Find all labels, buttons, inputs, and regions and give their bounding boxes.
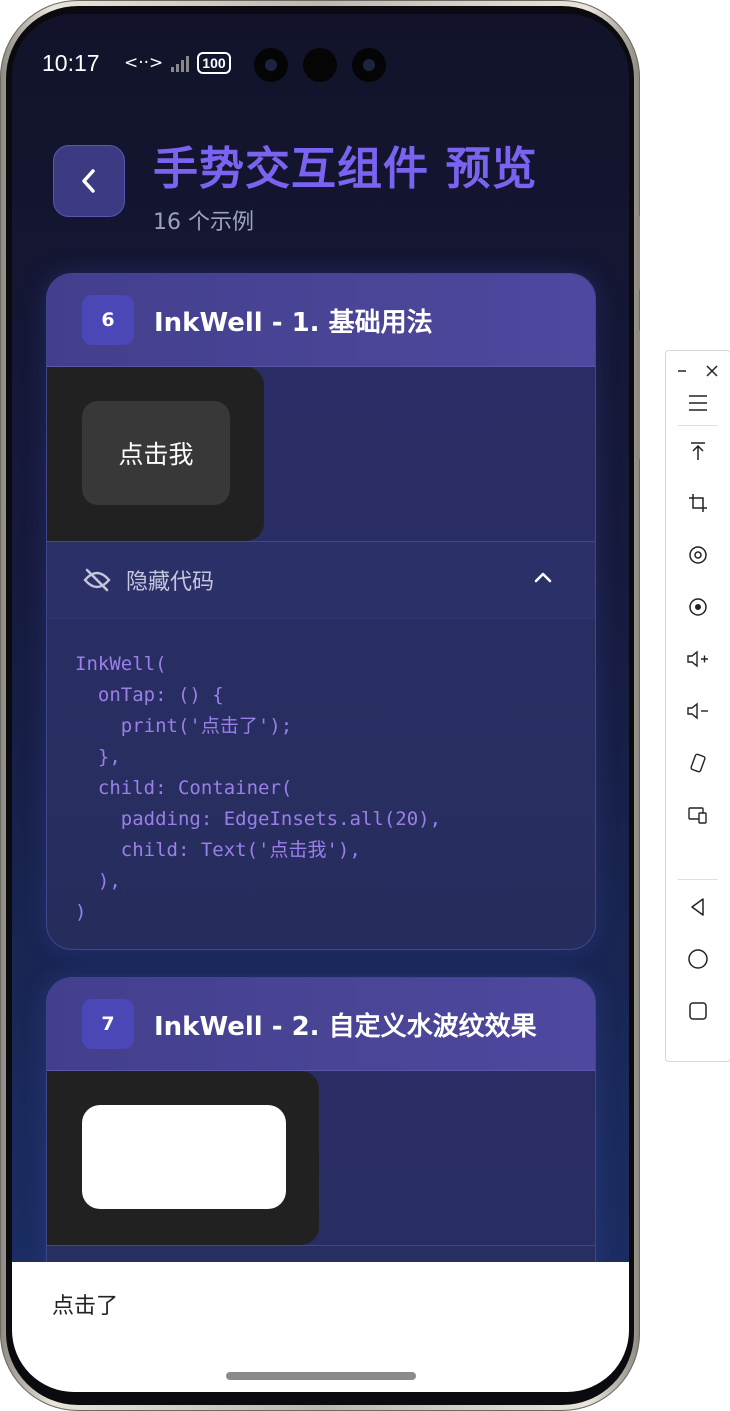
- front-camera-icon: [352, 48, 386, 82]
- multi-device-button[interactable]: [666, 795, 730, 835]
- nav-back-icon: [691, 898, 704, 916]
- example-count: 16 个示例: [153, 210, 254, 235]
- close-icon: [706, 365, 718, 377]
- preview-area: 点击我: [47, 367, 595, 542]
- code-line: onTap: () {: [75, 684, 224, 706]
- nav-back-button[interactable]: [666, 887, 730, 927]
- data-activity-icon: <··>: [124, 53, 164, 73]
- rotate-icon: [689, 546, 707, 564]
- ripple-demo-box[interactable]: [82, 1105, 286, 1209]
- card-title: InkWell - 2. 自定义水波纹效果: [154, 1012, 537, 1042]
- code-line: ): [75, 901, 87, 923]
- card-title: InkWell - 1. 基础用法: [154, 308, 433, 338]
- preview-container: [47, 1071, 319, 1245]
- pin-top-button[interactable]: [666, 431, 730, 471]
- nav-recents-button[interactable]: [666, 991, 730, 1031]
- volume-down-icon: [687, 702, 708, 720]
- volume-up-icon: [687, 650, 708, 668]
- nav-recents-icon: [689, 1002, 707, 1020]
- crop-icon: [689, 494, 707, 512]
- multi-device-icon: [688, 807, 707, 824]
- eye-off-icon: [83, 568, 111, 592]
- screen-record-icon: [689, 598, 707, 616]
- front-sensor-icon: [303, 48, 337, 82]
- battery-icon: 100: [197, 52, 231, 74]
- snackbar-message: 点击了: [52, 1294, 119, 1319]
- preview-container: 点击我: [47, 367, 264, 541]
- rotate-button[interactable]: [666, 535, 730, 575]
- hide-code-toggle[interactable]: 隐藏代码: [47, 542, 595, 619]
- card-index-badge: 7: [82, 999, 134, 1049]
- home-indicator[interactable]: [226, 1372, 416, 1380]
- status-bar: 10:17 <··> 100: [12, 14, 629, 114]
- code-line: ),: [75, 870, 121, 892]
- code-line: child: Container(: [75, 777, 293, 799]
- code-line: print('点击了');: [75, 715, 293, 737]
- example-card-inkwell-basic: 6 InkWell - 1. 基础用法 点击我 隐藏代码 InkWell( on…: [46, 273, 596, 950]
- status-icons: <··> 100: [124, 52, 231, 74]
- card-header: 7 InkWell - 2. 自定义水波纹效果: [47, 978, 595, 1071]
- menu-button[interactable]: [666, 383, 730, 423]
- page-title: 手势交互组件 预览: [153, 142, 538, 195]
- back-button[interactable]: [53, 145, 125, 217]
- volume-down-button[interactable]: [666, 691, 730, 731]
- phone-screen: 10:17 <··> 100 手势交互组件 预览 16 个示例 6 InkWel…: [12, 14, 629, 1392]
- pin-top-icon: [691, 442, 705, 460]
- code-line: padding: EdgeInsets.all(20),: [75, 808, 442, 830]
- card-index-badge: 6: [82, 295, 134, 345]
- preview-area: [47, 1071, 595, 1246]
- hide-code-label: 隐藏代码: [126, 570, 215, 595]
- minimize-icon: [678, 370, 686, 372]
- volume-button: [636, 330, 640, 460]
- front-camera-icon: [254, 48, 288, 82]
- code-line: },: [75, 746, 121, 768]
- rotate-device-button[interactable]: [666, 743, 730, 783]
- status-time: 10:17: [42, 50, 100, 76]
- chevron-up-icon: [534, 572, 552, 583]
- screenshot-crop-button[interactable]: [666, 483, 730, 523]
- power-button: [636, 215, 640, 290]
- code-line: child: Text('点击我'),: [75, 839, 361, 861]
- card-header: 6 InkWell - 1. 基础用法: [47, 274, 595, 367]
- snackbar: 点击了: [12, 1262, 629, 1392]
- code-block: InkWell( onTap: () { print('点击了'); }, ch…: [47, 619, 595, 949]
- menu-icon: [689, 395, 707, 411]
- emulator-toolbar: [665, 350, 730, 1062]
- screen-record-button[interactable]: [666, 587, 730, 627]
- nav-home-button[interactable]: [666, 939, 730, 979]
- volume-up-button[interactable]: [666, 639, 730, 679]
- chevron-left-icon: [82, 169, 95, 193]
- nav-home-icon: [688, 949, 708, 969]
- tap-me-button[interactable]: 点击我: [82, 401, 230, 505]
- signal-icon: [171, 54, 190, 72]
- code-line: InkWell(: [75, 653, 167, 675]
- rotate-device-icon: [690, 753, 706, 773]
